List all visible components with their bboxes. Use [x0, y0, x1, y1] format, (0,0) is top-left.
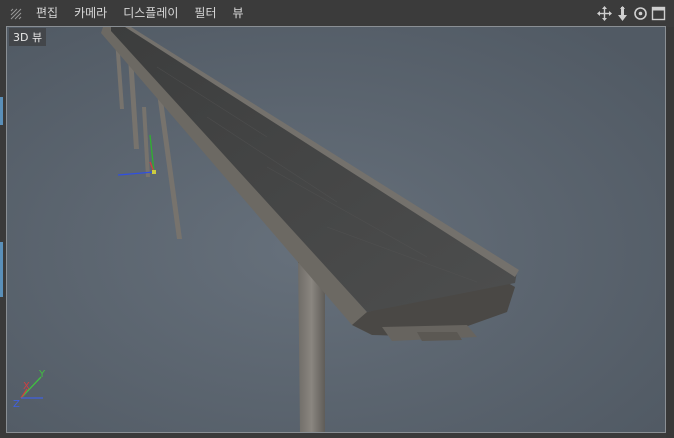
panel-indicator [0, 242, 3, 297]
rotate-icon[interactable] [633, 6, 648, 21]
menu-filter[interactable]: 필터 [186, 0, 224, 27]
axis-gizmo: Y X Z [13, 369, 46, 409]
viewport-nav-icons [597, 6, 666, 21]
panel-indicator [0, 97, 3, 125]
grip-icon[interactable] [10, 8, 22, 20]
menu-camera[interactable]: 카메라 [66, 0, 115, 27]
viewport-label: 3D 뷰 [9, 28, 47, 46]
menu-bar: 편집 카메라 디스플레이 필터 뷰 [0, 0, 674, 27]
menu-edit[interactable]: 편집 [28, 0, 66, 27]
axis-z-label: Z [13, 399, 20, 409]
axis-y-label: Y [38, 369, 46, 380]
menu-display[interactable]: 디스플레이 [115, 0, 186, 27]
move-icon[interactable] [597, 6, 612, 21]
right-panel-edge [666, 27, 674, 438]
bridge-scene [7, 27, 665, 432]
maximize-icon[interactable] [651, 6, 666, 21]
menu-view[interactable]: 뷰 [225, 0, 252, 27]
zoom-icon[interactable] [615, 6, 630, 21]
3d-viewport[interactable]: 3D 뷰 Y X Z [6, 26, 666, 433]
axis-x-label: X [23, 381, 30, 392]
